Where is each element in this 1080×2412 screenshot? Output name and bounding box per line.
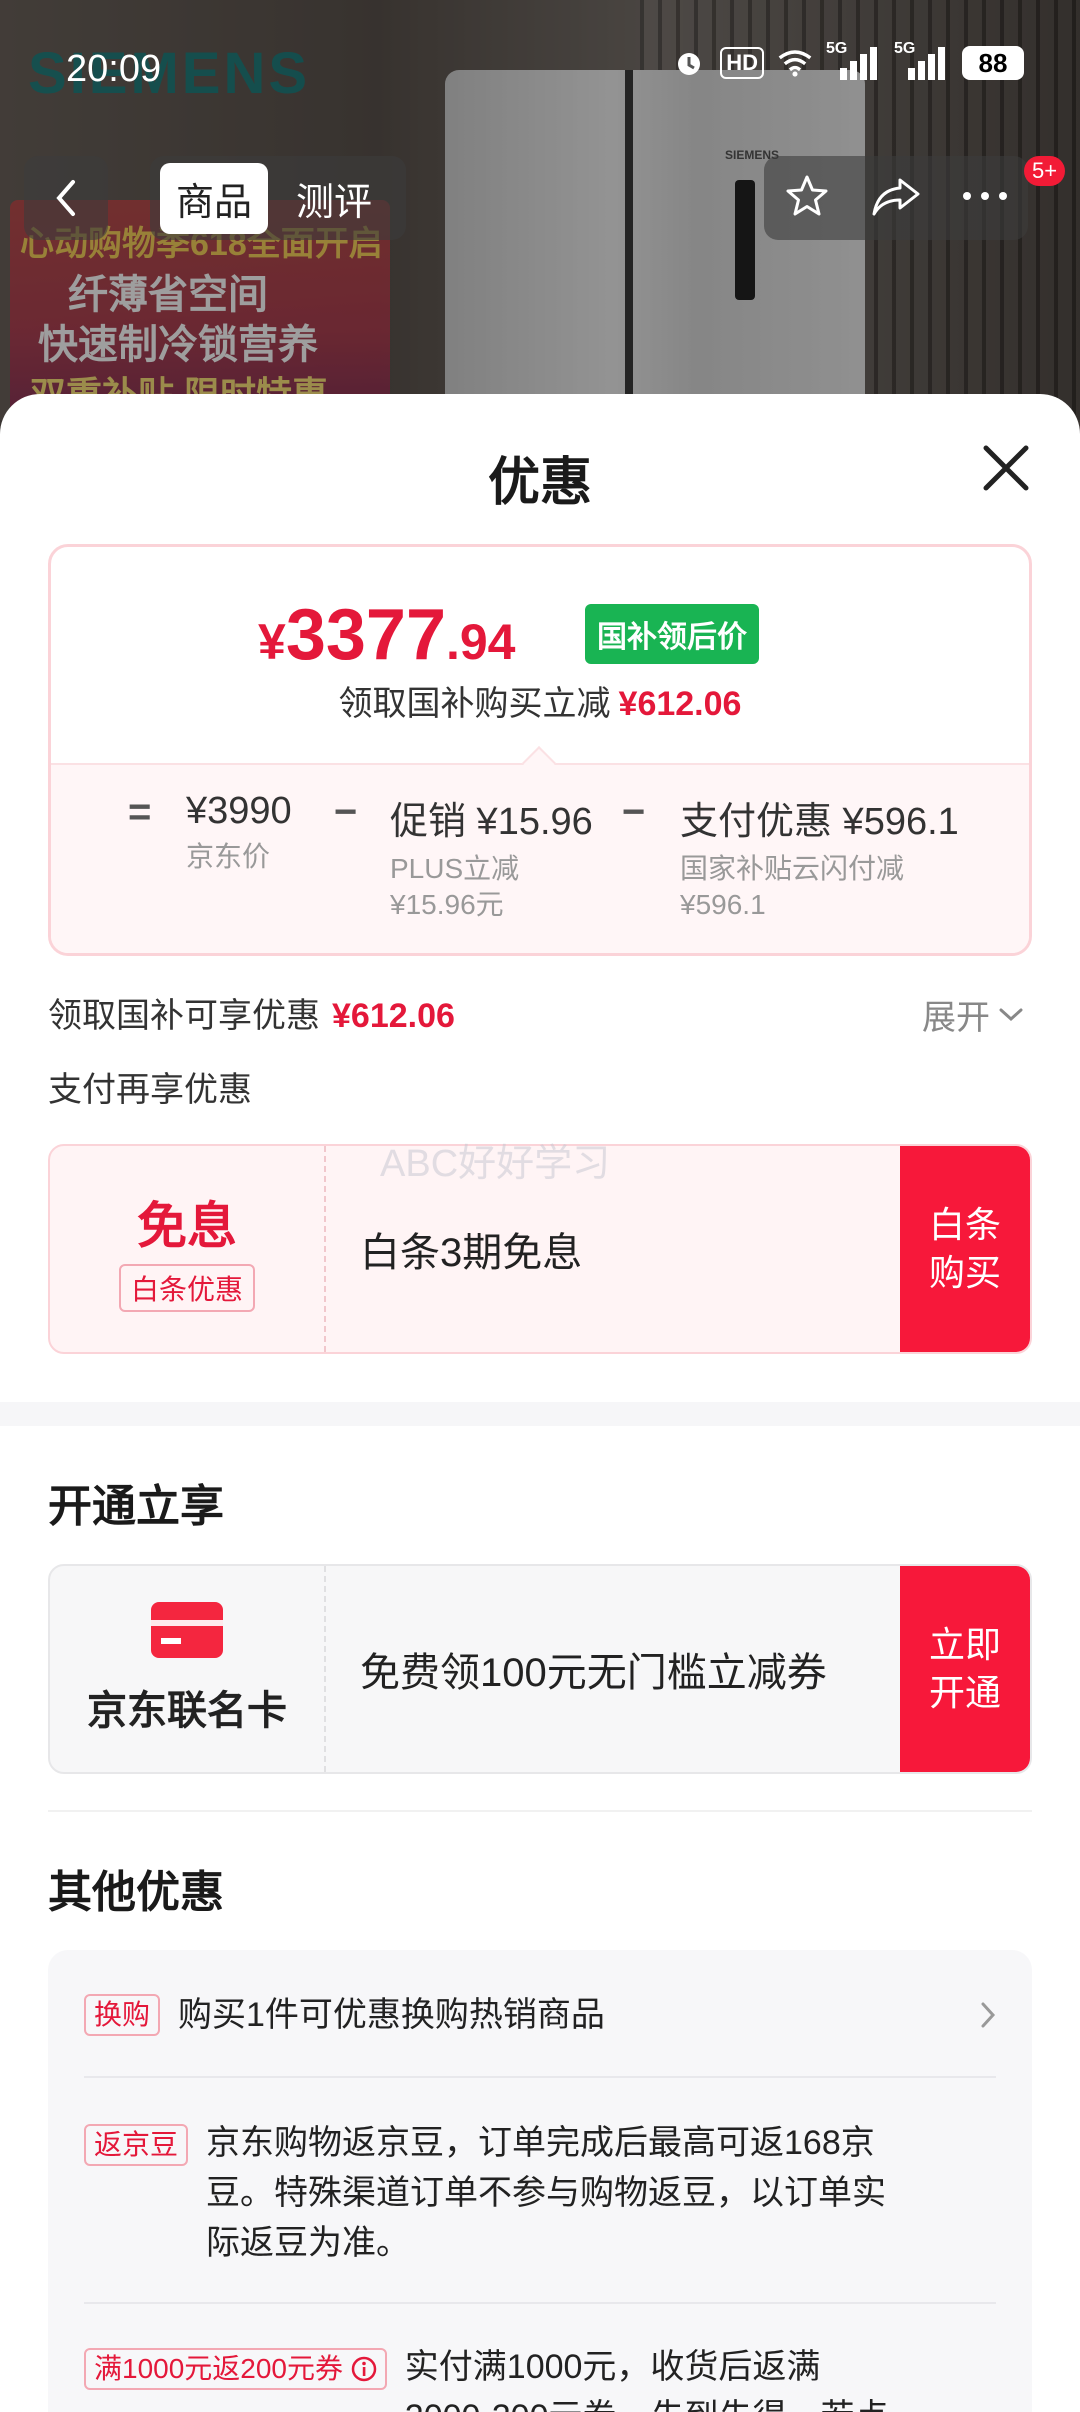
co-brand-card-offer[interactable]: 京东联名卡 免费领100元无门槛立减券 立即 开通 bbox=[48, 1564, 1032, 1774]
alarm-icon bbox=[672, 46, 706, 80]
section-title-open: 开通立享 bbox=[48, 1482, 224, 1531]
favorite-star-icon[interactable] bbox=[783, 172, 831, 225]
network-label: 5G bbox=[826, 40, 848, 57]
offer-tag: 满1000元返200元券 bbox=[84, 2348, 387, 2390]
gov-subsidy-value: ¥612.06 bbox=[332, 997, 455, 1035]
calc-item-payment: 支付优惠 ¥596.1 国家补贴云闪付减 ¥596.1 bbox=[680, 790, 959, 923]
price-decimal: .94 bbox=[445, 614, 516, 670]
share-icon[interactable] bbox=[870, 174, 922, 223]
calc-item-jd-price: ¥3990 京东价 bbox=[186, 790, 292, 875]
calc-main: 支付优惠 ¥596.1 bbox=[680, 801, 959, 843]
offer-tag: 返京豆 bbox=[84, 2124, 189, 2166]
gov-subsidy-label: 领取国补可享优惠 bbox=[48, 997, 320, 1035]
offer-item-trade-in[interactable]: 换购 购买1件可优惠换购热销商品 bbox=[84, 1990, 996, 2040]
calc-sub: ¥596.1 bbox=[680, 889, 766, 920]
final-price: ¥ 3377 .94 bbox=[258, 594, 516, 676]
chevron-down-icon bbox=[999, 1008, 1023, 1021]
offer-text: 京东购物返京豆，订单完成后最高可返168京豆。特殊渠道订单不参与购物返豆，以订单… bbox=[206, 2124, 887, 2262]
sheet-title: 优惠 bbox=[487, 454, 592, 512]
divider bbox=[48, 1810, 1032, 1812]
price-integer: 3377 bbox=[285, 595, 446, 675]
equals-sign: = bbox=[128, 790, 152, 834]
hd-badge: HD bbox=[720, 47, 764, 79]
gov-subsidy-price-tag: 国补领后价 bbox=[585, 604, 759, 664]
baitiao-buy-button[interactable]: 白条 购买 bbox=[900, 1146, 1030, 1352]
coupon-desc: 免费领100元无门槛立减券 bbox=[360, 1651, 827, 1695]
expand-label: 展开 bbox=[922, 999, 990, 1037]
battery-indicator: 88 bbox=[962, 46, 1024, 80]
status-time: 20:09 bbox=[66, 48, 162, 90]
tab-product[interactable]: 商品 bbox=[160, 162, 269, 234]
calc-sub: 京东价 bbox=[186, 841, 271, 872]
button-label: 立即 开通 bbox=[928, 1624, 1001, 1713]
offer-item-jingdou: 返京豆 京东购物返京豆，订单完成后最高可返168京豆。特殊渠道订单不参与购物返豆… bbox=[84, 2118, 944, 2268]
pay-row-label: 支付再享优惠 bbox=[48, 1071, 252, 1109]
reduce-line: 领取国补购买立减 ¥612.06 bbox=[0, 676, 1080, 725]
coupon-left: 免息 白条优惠 bbox=[50, 1146, 326, 1352]
calc-sub: 国家补贴云闪付减 bbox=[680, 853, 905, 884]
coupon-left: 京东联名卡 bbox=[50, 1566, 326, 1772]
gov-subsidy-row: 领取国补可享优惠 ¥612.06 bbox=[48, 988, 455, 1037]
close-icon bbox=[983, 445, 1029, 491]
message-badge: 5+ bbox=[1024, 156, 1066, 186]
chevron-left-icon bbox=[56, 180, 75, 216]
wifi-icon bbox=[778, 46, 812, 80]
expand-button[interactable]: 展开 bbox=[922, 990, 1024, 1039]
offer-tag-label: 满1000元返200元券 bbox=[94, 2353, 344, 2384]
offer-text: 购买1件可优惠换购热销商品 bbox=[178, 1996, 605, 2034]
price-currency: ¥ bbox=[258, 614, 286, 670]
offer-tag: 换购 bbox=[84, 1994, 161, 2036]
nav-actions bbox=[764, 156, 1028, 240]
info-icon[interactable] bbox=[351, 2356, 377, 2382]
section-divider bbox=[0, 1402, 1080, 1426]
divider bbox=[84, 2076, 996, 2078]
offer-item-coupon[interactable]: 满1000元返200元券 实付满1000元，收货后返满2000-200元券，先到… bbox=[84, 2342, 996, 2412]
section-title-other: 其他优惠 bbox=[48, 1868, 224, 1917]
offer-text: 实付满1000元，收货后返满2000-200元券，先到先得，若点 bbox=[404, 2348, 889, 2412]
calc-main: ¥3990 bbox=[186, 790, 292, 832]
tab-review[interactable]: 测评 bbox=[280, 163, 388, 234]
calc-item-promo: 促销 ¥15.96 PLUS立减 ¥15.96元 bbox=[390, 790, 593, 923]
open-now-button[interactable]: 立即 开通 bbox=[900, 1566, 1030, 1772]
signal-icon: 5G bbox=[894, 40, 948, 80]
credit-card-icon bbox=[151, 1602, 223, 1658]
card-name: 京东联名卡 bbox=[87, 1689, 287, 1733]
signal-icon: 5G bbox=[826, 40, 880, 80]
close-button[interactable] bbox=[976, 438, 1036, 498]
network-label: 5G bbox=[894, 40, 916, 57]
calc-sub: PLUS立减 bbox=[390, 853, 520, 884]
chevron-right-icon bbox=[981, 2002, 996, 2028]
button-label: 白条 购买 bbox=[928, 1204, 1001, 1293]
baitiao-tag: 白条优惠 bbox=[118, 1264, 255, 1312]
calc-sub: ¥15.96元 bbox=[390, 889, 504, 920]
more-icon[interactable] bbox=[961, 189, 1009, 207]
calc-main: 促销 ¥15.96 bbox=[390, 801, 593, 843]
divider bbox=[84, 2302, 996, 2304]
reduce-label: 领取国补购买立减 bbox=[338, 685, 611, 723]
product-tabs: 商品 测评 bbox=[150, 156, 406, 240]
interest-free-label: 免息 bbox=[137, 1198, 237, 1254]
minus-sign: − bbox=[622, 790, 646, 834]
back-button[interactable] bbox=[24, 156, 108, 240]
status-icons: HD 5G 5G 88 bbox=[672, 40, 1024, 80]
watermark: ABC好好学习 bbox=[380, 1143, 611, 1185]
minus-sign: − bbox=[334, 790, 358, 834]
reduce-value: ¥612.06 bbox=[618, 685, 742, 723]
